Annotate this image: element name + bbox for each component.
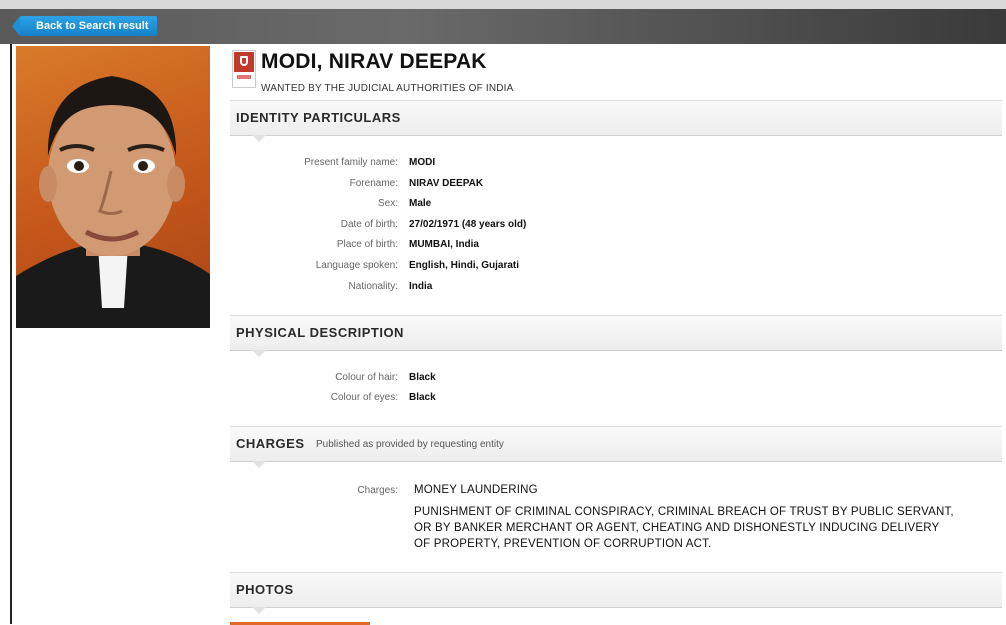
section-title: PHOTOS [236,582,294,597]
section-title: IDENTITY PARTICULARS [236,110,401,125]
field-row: Colour of eyes: Black [230,392,1002,408]
field-value: MUMBAI, India [409,239,479,250]
field-row: Place of birth: MUMBAI, India [230,239,1002,255]
charges-label: Charges: [357,485,398,496]
portrait-illustration [16,76,210,328]
profile-photo [16,46,210,328]
charge-item: PUNISHMENT OF CRIMINAL CONSPIRACY, CRIMI… [414,506,954,550]
field-value: Black [409,372,436,383]
section-photos: PHOTOS [230,572,1002,614]
section-subtitle: Published as provided by requesting enti… [316,439,504,450]
field-value: Male [409,198,432,209]
left-border [10,44,12,624]
emblem-strip [237,75,251,79]
field-row: Sex: Male [230,198,1002,214]
emblem-red [234,52,254,72]
section-charges: CHARGES Published as provided by request… [230,426,1002,468]
content-panel: MODI, NIRAV DEEPAK WANTED BY THE JUDICIA… [230,44,1006,625]
field-value: 27/02/1971 (48 years old) [409,219,527,230]
field-label: Place of birth: [336,239,398,250]
section-pointer [252,350,266,357]
section-pointer [252,135,266,142]
section-title: CHARGES [236,436,305,451]
top-bar: Back to Search result [0,0,1006,44]
field-label: Colour of hair: [335,372,398,383]
field-label: Present family name: [304,157,398,168]
section-pointer [252,607,266,614]
field-row: Nationality: India [230,281,1002,297]
field-label: Sex: [377,198,398,209]
field-row: Colour of hair: Black [230,372,1002,388]
section-physical: PHYSICAL DESCRIPTION [230,315,1002,357]
field-value: NIRAV DEEPAK [409,178,484,189]
wanted-by: WANTED BY THE JUDICIAL AUTHORITIES OF IN… [261,83,514,94]
field-label: Language spoken: [315,260,398,271]
field-row: Date of birth: 27/02/1971 (48 years old) [230,219,1002,235]
field-value: India [409,281,433,292]
charge-item: MONEY LAUNDERING [414,484,538,496]
field-label: Nationality: [348,281,398,292]
field-label: Forename: [349,178,398,189]
field-row: Present family name: MODI [230,157,1002,173]
field-label: Colour of eyes: [330,392,398,403]
section-identity: IDENTITY PARTICULARS [230,100,1002,142]
section-title: PHYSICAL DESCRIPTION [236,325,404,340]
back-to-search-button[interactable]: Back to Search result [12,16,157,36]
field-value: Black [409,392,436,403]
field-label: Date of birth: [340,219,398,230]
field-row: Forename: NIRAV DEEPAK [230,178,1002,194]
field-value: English, Hindi, Gujarati [409,260,520,271]
field-row: Language spoken: English, Hindi, Gujarat… [230,260,1002,276]
field-value: MODI [409,157,436,168]
interpol-emblem-icon [232,50,256,88]
person-name: MODI, NIRAV DEEPAK [261,50,487,73]
section-pointer [252,461,266,468]
